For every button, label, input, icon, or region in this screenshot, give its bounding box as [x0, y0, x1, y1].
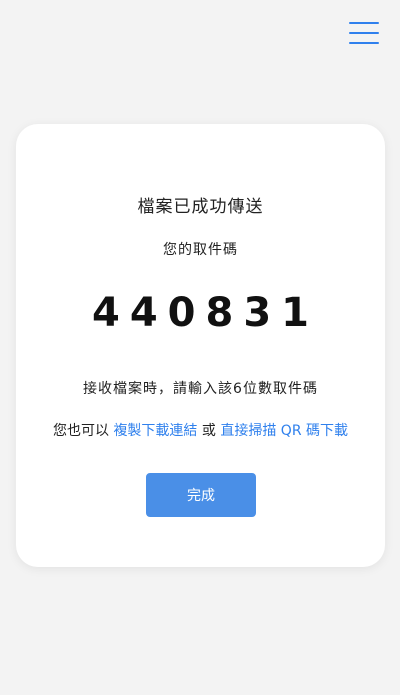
pickup-code: 440831 — [92, 290, 319, 336]
menu-icon[interactable] — [349, 19, 379, 47]
menu-icon-bar-middle — [349, 32, 379, 34]
transfer-success-card: 檔案已成功傳送 您的取件碼 440831 接收檔案時，請輸入該6位數取件碼 您也… — [16, 124, 385, 567]
menu-icon-bar-bottom — [349, 42, 379, 44]
pickup-code-label: 您的取件碼 — [163, 242, 238, 258]
done-button[interactable]: 完成 — [146, 473, 256, 517]
copy-download-link[interactable]: 複製下載連結 — [113, 423, 197, 439]
instruction-text: 接收檔案時，請輸入該6位數取件碼 — [83, 381, 318, 397]
alternative-options: 您也可以 複製下載連結 或 直接掃描 QR 碼下載 — [16, 420, 385, 440]
alternative-or: 或 — [201, 423, 216, 439]
card-title: 檔案已成功傳送 — [137, 197, 264, 217]
menu-icon-bar-top — [349, 22, 379, 24]
scan-qr-download-link[interactable]: 直接掃描 QR 碼下載 — [220, 423, 348, 439]
alternative-prefix: 您也可以 — [52, 423, 109, 439]
